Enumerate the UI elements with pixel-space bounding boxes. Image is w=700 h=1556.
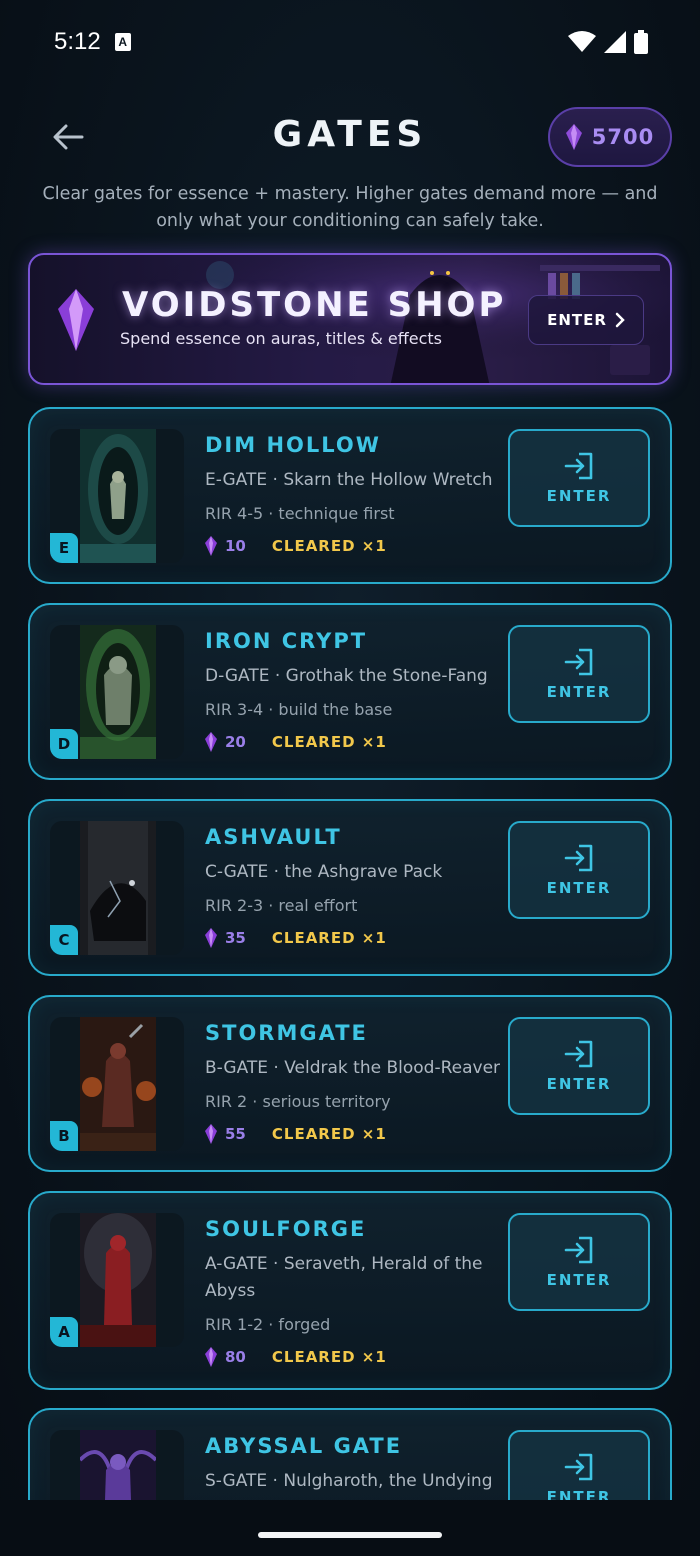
gate-cleared-count: CLEARED ×1	[271, 733, 387, 751]
enter-door-icon	[564, 1453, 593, 1481]
gate-rank-badge: B	[50, 1121, 78, 1151]
gate-rank-badge: C	[50, 925, 78, 955]
gate-rir: RIR 3-4 · build the base	[205, 700, 393, 719]
gate-reward-value: 20	[225, 733, 246, 751]
gate-enter-button[interactable]: ENTER	[508, 429, 650, 527]
gate-thumbnail: A	[50, 1213, 184, 1347]
gate-boss: E-GATE · Skarn the Hollow Wretch	[205, 470, 493, 490]
crystal-icon	[205, 1347, 217, 1367]
gate-cleared-count: CLEARED ×1	[271, 537, 387, 555]
gate-art-image	[80, 429, 156, 563]
gate-list: E DIM HOLLOW E-GATE · Skarn the Hollow W…	[0, 0, 700, 1500]
gate-enter-label: ENTER	[546, 1075, 612, 1093]
gate-reward: 20 CLEARED ×1	[205, 732, 387, 752]
gate-thumbnail: D	[50, 625, 184, 759]
gate-name: SOULFORGE	[205, 1217, 367, 1241]
crystal-icon	[205, 928, 217, 948]
gate-enter-button[interactable]: ENTER	[508, 1213, 650, 1311]
gate-name: DIM HOLLOW	[205, 433, 381, 457]
gate-enter-button[interactable]: ENTER	[508, 821, 650, 919]
gate-rank-badge: A	[50, 1317, 78, 1347]
crystal-icon	[205, 536, 217, 556]
gate-thumbnail: S	[50, 1430, 184, 1500]
enter-door-icon	[564, 452, 593, 480]
crystal-icon	[205, 1124, 217, 1144]
gate-reward: 80 CLEARED ×1	[205, 1347, 387, 1367]
gate-thumbnail: B	[50, 1017, 184, 1151]
enter-door-icon	[564, 1236, 593, 1264]
gate-enter-button[interactable]: ENTER	[508, 625, 650, 723]
gate-reward-value: 80	[225, 1348, 246, 1366]
gate-card[interactable]: A SOULFORGE A-GATE · Seraveth, Herald of…	[28, 1191, 672, 1390]
gate-cleared-count: CLEARED ×1	[271, 1125, 387, 1143]
gate-enter-label: ENTER	[546, 1271, 612, 1289]
gate-boss: S-GATE · Nulgharoth, the Undying	[205, 1471, 493, 1491]
enter-door-icon	[564, 648, 593, 676]
gate-art-image	[80, 1017, 156, 1151]
gate-rank-badge: D	[50, 729, 78, 759]
gate-rir: RIR 1-2 · forged	[205, 1315, 331, 1334]
gate-name: IRON CRYPT	[205, 629, 368, 653]
navigation-bar	[0, 1500, 700, 1556]
gate-reward: 10 CLEARED ×1	[205, 536, 387, 556]
gate-enter-label: ENTER	[546, 1488, 612, 1500]
gate-enter-label: ENTER	[546, 683, 612, 701]
gate-cleared-count: CLEARED ×1	[271, 1348, 387, 1366]
gate-name: STORMGATE	[205, 1021, 368, 1045]
gate-reward-value: 35	[225, 929, 246, 947]
gate-cleared-count: CLEARED ×1	[271, 929, 387, 947]
gate-art-image	[80, 1430, 156, 1500]
gate-enter-button[interactable]: ENTER	[508, 1430, 650, 1500]
gate-rir: RIR 4-5 · technique first	[205, 504, 395, 523]
home-indicator[interactable]	[258, 1532, 442, 1538]
crystal-icon	[205, 732, 217, 752]
gate-card[interactable]: S ABYSSAL GATE S-GATE · Nulgharoth, the …	[28, 1408, 672, 1500]
gate-enter-label: ENTER	[546, 487, 612, 505]
gate-boss: C-GATE · the Ashgrave Pack	[205, 862, 443, 882]
gate-name: ABYSSAL GATE	[205, 1434, 403, 1458]
gate-enter-label: ENTER	[546, 879, 612, 897]
gate-boss: B-GATE · Veldrak the Blood-Reaver	[205, 1058, 501, 1078]
gate-card[interactable]: E DIM HOLLOW E-GATE · Skarn the Hollow W…	[28, 407, 672, 584]
enter-door-icon	[564, 844, 593, 872]
gate-enter-button[interactable]: ENTER	[508, 1017, 650, 1115]
gate-name: ASHVAULT	[205, 825, 342, 849]
gate-art-image	[80, 821, 156, 955]
gate-card[interactable]: C ASHVAULT C-GATE · the Ashgrave Pack RI…	[28, 799, 672, 976]
gate-art-image	[80, 1213, 156, 1347]
gate-reward-value: 10	[225, 537, 246, 555]
gate-card[interactable]: D IRON CRYPT D-GATE · Grothak the Stone-…	[28, 603, 672, 780]
gate-boss: A-GATE · Seraveth, Herald of the Abyss	[205, 1254, 483, 1301]
gate-thumbnail: C	[50, 821, 184, 955]
gate-art-image	[80, 625, 156, 759]
gate-rir: RIR 2-3 · real effort	[205, 896, 358, 915]
gate-boss: D-GATE · Grothak the Stone-Fang	[205, 666, 488, 686]
gate-rank-badge: E	[50, 533, 78, 563]
enter-door-icon	[564, 1040, 593, 1068]
gate-reward: 35 CLEARED ×1	[205, 928, 387, 948]
gate-rir: RIR 2 · serious territory	[205, 1092, 391, 1111]
gate-reward: 55 CLEARED ×1	[205, 1124, 387, 1144]
gate-card[interactable]: B STORMGATE B-GATE · Veldrak the Blood-R…	[28, 995, 672, 1172]
gate-thumbnail: E	[50, 429, 184, 563]
gate-reward-value: 55	[225, 1125, 246, 1143]
